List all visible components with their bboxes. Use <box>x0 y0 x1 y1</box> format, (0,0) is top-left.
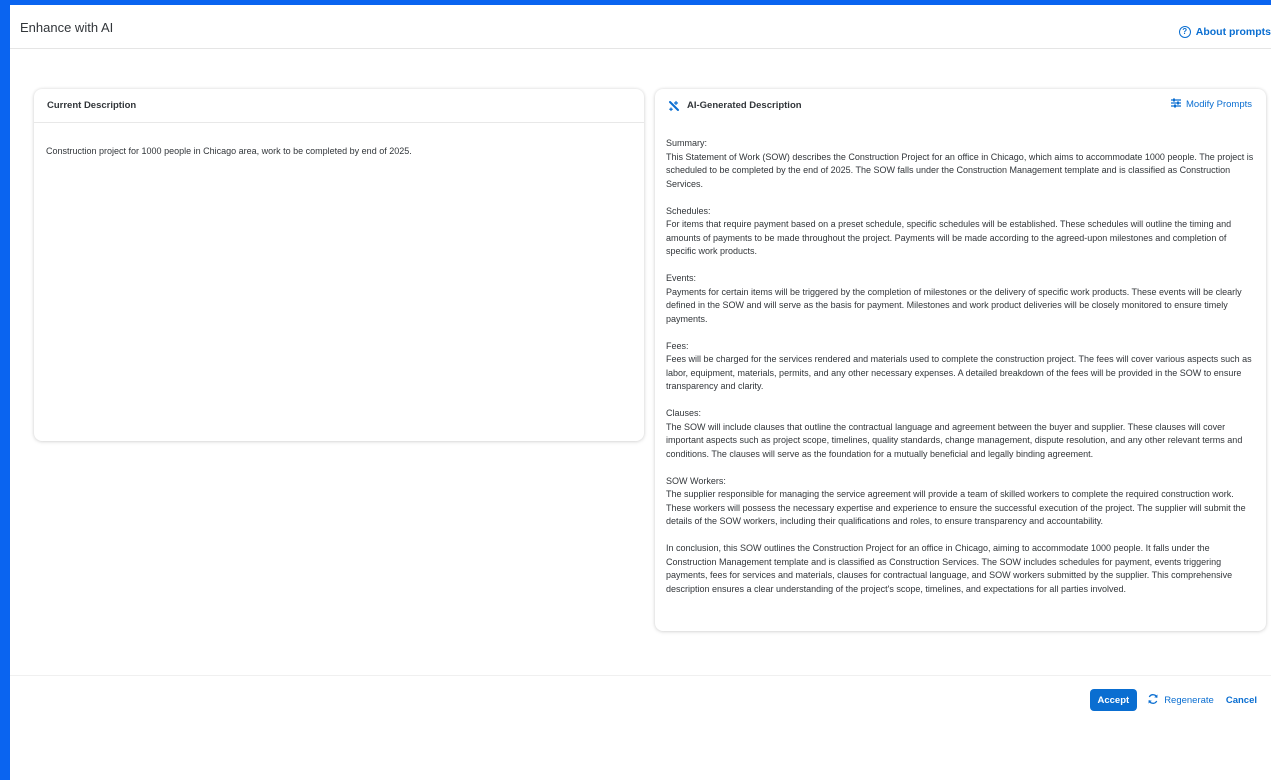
current-description-title: Current Description <box>47 100 137 111</box>
dialog-footer: Accept Regenerate Cancel <box>10 675 1271 780</box>
current-description-header: Current Description <box>34 89 644 123</box>
schedules-section: Schedules: For items that require paymen… <box>666 205 1254 259</box>
footer-actions: Accept Regenerate Cancel <box>1089 689 1257 711</box>
section-text: The supplier responsible for managing th… <box>666 489 1246 526</box>
section-label: Summary: <box>666 138 708 148</box>
help-circle-icon: ? <box>1178 26 1191 38</box>
section-label: Events: <box>666 273 697 283</box>
fees-section: Fees: Fees will be charged for the servi… <box>666 340 1254 394</box>
section-text: For items that require payment based on … <box>666 219 1232 256</box>
cancel-button[interactable]: Cancel <box>1226 695 1257 706</box>
dialog-header: Enhance with AI ? About prompts <box>10 5 1271 49</box>
regenerate-button[interactable]: Regenerate <box>1147 693 1214 708</box>
section-text: This Statement of Work (SOW) describes t… <box>666 151 1254 189</box>
section-label: Fees: <box>666 340 689 351</box>
ai-generated-title: AI-Generated Description <box>687 100 802 111</box>
current-description-text: Construction project for 1000 people in … <box>46 146 412 156</box>
ai-generated-body: Summary: This Statement of Work (SOW) de… <box>655 122 1266 596</box>
sow-workers-section: SOW Workers: The supplier responsible fo… <box>666 475 1254 529</box>
clauses-section: Clauses: The SOW will include clauses th… <box>666 407 1254 461</box>
current-description-body: Construction project for 1000 people in … <box>34 123 644 159</box>
ai-generated-panel: AI-Generated Description Modify Prompts … <box>655 89 1266 631</box>
conclusion-text: In conclusion, this SOW outlines the Con… <box>666 543 1233 594</box>
section-text: Payments for certain items will be trigg… <box>666 286 1242 324</box>
summary-section: Summary: This Statement of Work (SOW) de… <box>666 137 1254 191</box>
section-text: Fees will be charged for the services re… <box>666 354 1252 391</box>
modify-prompts-label: Modify Prompts <box>1186 99 1252 110</box>
section-label: Schedules: <box>666 205 711 216</box>
accept-button[interactable]: Accept <box>1089 689 1138 711</box>
current-description-panel: Current Description Construction project… <box>34 89 644 441</box>
conclusion-section: In conclusion, this SOW outlines the Con… <box>666 542 1254 596</box>
ai-generated-header: AI-Generated Description Modify Prompts <box>655 89 1266 122</box>
settings-sliders-icon <box>1170 98 1182 111</box>
ai-sparkle-icon <box>668 100 680 112</box>
about-prompts-link[interactable]: ? About prompts <box>1178 26 1271 38</box>
section-text: The SOW will include clauses that outlin… <box>666 421 1243 459</box>
modify-prompts-button[interactable]: Modify Prompts <box>1170 98 1252 111</box>
dialog-title: Enhance with AI <box>20 20 114 35</box>
enhance-dialog: Enhance with AI ? About prompts Current … <box>10 5 1271 780</box>
refresh-icon <box>1147 693 1159 708</box>
section-label: Clauses: <box>666 408 702 418</box>
regenerate-label: Regenerate <box>1164 694 1214 706</box>
events-section: Events: Payments for certain items will … <box>666 272 1254 326</box>
section-label: SOW Workers: <box>666 475 726 486</box>
about-prompts-label: About prompts <box>1195 26 1271 38</box>
